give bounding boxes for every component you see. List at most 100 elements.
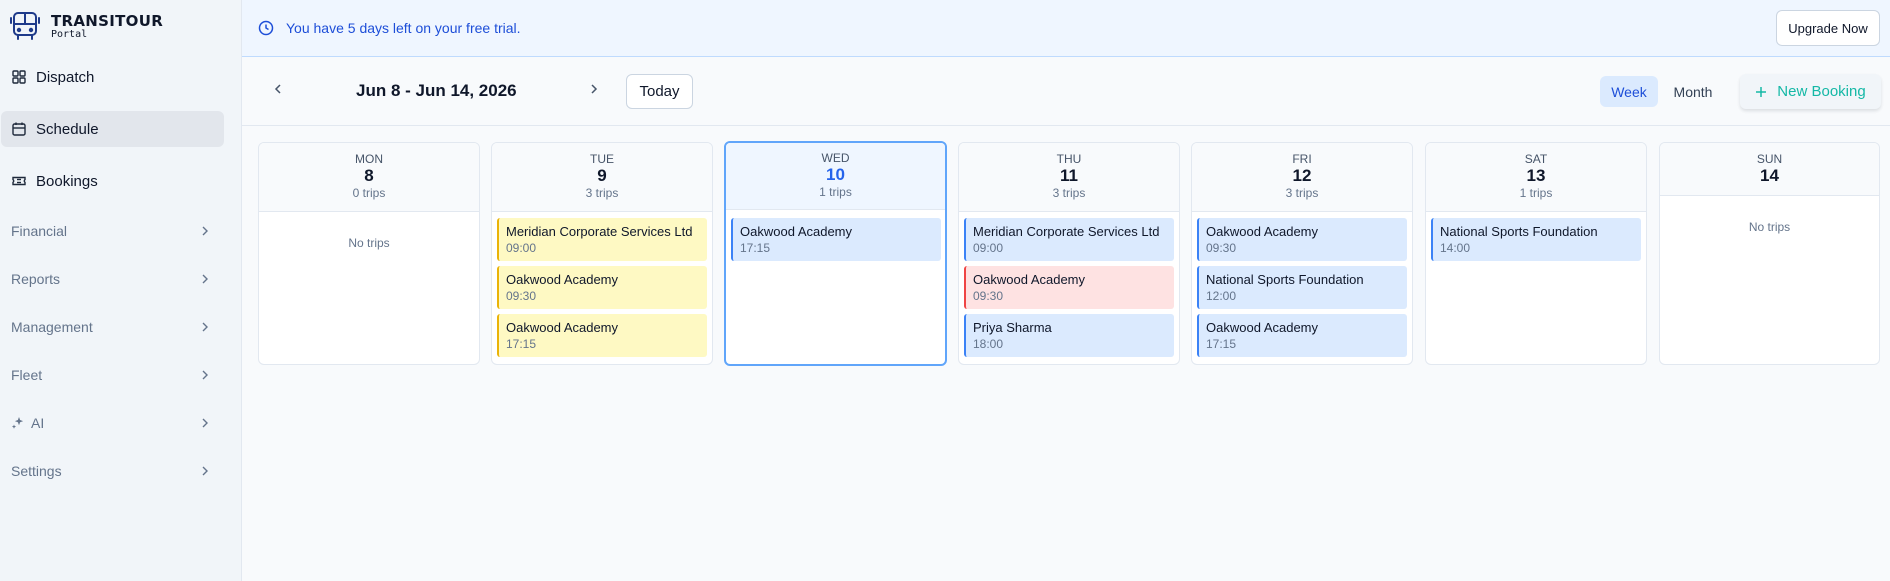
day-number: 10 bbox=[826, 165, 845, 184]
sidebar-group-label: Financial bbox=[11, 223, 68, 239]
trip-card[interactable]: Oakwood Academy 17:15 bbox=[1197, 314, 1407, 357]
trip-card[interactable]: Meridian Corporate Services Ltd 09:00 bbox=[497, 218, 707, 261]
day-header: WED 10 1 trips bbox=[726, 143, 945, 210]
day-trip-count: 0 trips bbox=[352, 186, 386, 200]
trip-client: Oakwood Academy bbox=[506, 272, 619, 287]
trip-time: 09:30 bbox=[1206, 241, 1237, 255]
brand-title: TRANSITOUR bbox=[51, 12, 164, 30]
day-column-fri: FRI 12 3 trips Oakwood Academy 09:30 Nat… bbox=[1191, 142, 1413, 365]
sidebar-group-reports[interactable]: Reports bbox=[1, 261, 224, 297]
sidebar-group-management[interactable]: Management bbox=[1, 309, 224, 345]
today-button[interactable]: Today bbox=[626, 74, 693, 109]
sidebar-group-ai[interactable]: AI bbox=[1, 405, 224, 441]
trip-card[interactable]: Oakwood Academy 09:30 bbox=[964, 266, 1174, 309]
day-column-sun: SUN 14 No trips bbox=[1659, 142, 1880, 365]
trip-client: Meridian Corporate Services Ltd bbox=[973, 224, 1160, 239]
trip-client: Oakwood Academy bbox=[506, 320, 619, 335]
trip-card[interactable]: Priya Sharma 18:00 bbox=[964, 314, 1174, 357]
day-column-thu: THU 11 3 trips Meridian Corporate Servic… bbox=[958, 142, 1180, 365]
trip-card[interactable]: Meridian Corporate Services Ltd 09:00 bbox=[964, 218, 1174, 261]
trip-time: 18:00 bbox=[973, 337, 1004, 351]
trip-client: Oakwood Academy bbox=[1206, 224, 1319, 239]
day-number: 14 bbox=[1760, 166, 1779, 185]
trip-time: 17:15 bbox=[1206, 337, 1237, 351]
trip-time: 09:00 bbox=[506, 241, 537, 255]
trial-banner: You have 5 days left on your free trial.… bbox=[242, 0, 1890, 57]
new-booking-button[interactable]: New Booking bbox=[1740, 74, 1881, 109]
bus-icon bbox=[10, 12, 40, 40]
day-trip-count: 1 trips bbox=[819, 185, 852, 199]
month-view-button[interactable]: Month bbox=[1666, 76, 1720, 107]
day-number: 9 bbox=[597, 166, 607, 185]
day-number: 11 bbox=[1060, 166, 1078, 185]
upgrade-now-button[interactable]: Upgrade Now bbox=[1776, 10, 1880, 46]
sidebar-group-settings[interactable]: Settings bbox=[1, 453, 224, 489]
day-header: THU 11 3 trips bbox=[959, 143, 1179, 212]
trip-client: Meridian Corporate Services Ltd bbox=[506, 224, 693, 239]
sidebar-group-label: Settings bbox=[11, 463, 62, 479]
trip-card[interactable]: National Sports Foundation 14:00 bbox=[1431, 218, 1641, 261]
sidebar-item-bookings[interactable]: Bookings bbox=[1, 163, 224, 199]
day-trip-count: 3 trips bbox=[1285, 186, 1319, 200]
sidebar-group-label: AI bbox=[31, 415, 45, 431]
chevron-right-icon bbox=[202, 466, 208, 476]
day-number: 12 bbox=[1292, 166, 1312, 185]
day-trip-count: 3 trips bbox=[1052, 186, 1086, 200]
new-booking-label: New Booking bbox=[1777, 83, 1866, 100]
sidebar-item-label: Dispatch bbox=[36, 68, 95, 86]
day-name: FRI bbox=[1292, 152, 1312, 166]
no-trips-text: No trips bbox=[348, 236, 390, 250]
sidebar: TRANSITOUR Portal Dispatch Schedule Book… bbox=[0, 0, 242, 581]
brand-subtitle: Portal bbox=[51, 29, 88, 40]
trip-card[interactable]: Oakwood Academy 17:15 bbox=[497, 314, 707, 357]
sidebar-group-label: Reports bbox=[11, 271, 61, 287]
week-view-button[interactable]: Week bbox=[1600, 76, 1658, 107]
date-range-label: Jun 8 - Jun 14, 2026 bbox=[356, 81, 517, 100]
day-header: FRI 12 3 trips bbox=[1192, 143, 1412, 212]
trip-time: 09:00 bbox=[973, 241, 1004, 255]
day-header: TUE 9 3 trips bbox=[492, 143, 712, 212]
trip-card[interactable]: Oakwood Academy 09:30 bbox=[1197, 218, 1407, 261]
plus-icon bbox=[1756, 86, 1767, 97]
schedule-toolbar: Jun 8 - Jun 14, 2026 Today Week Month Ne… bbox=[242, 57, 1890, 126]
clock-icon bbox=[258, 20, 274, 36]
day-header: SUN 14 bbox=[1660, 143, 1879, 196]
sidebar-group-financial[interactable]: Financial bbox=[1, 213, 224, 249]
trip-client: Priya Sharma bbox=[973, 320, 1052, 335]
sidebar-group-label: Fleet bbox=[11, 367, 43, 383]
day-column-sat: SAT 13 1 trips National Sports Foundatio… bbox=[1425, 142, 1647, 365]
day-name: TUE bbox=[590, 152, 614, 166]
sidebar-item-dispatch[interactable]: Dispatch bbox=[1, 59, 224, 95]
trip-client: Oakwood Academy bbox=[973, 272, 1086, 287]
trip-client: Oakwood Academy bbox=[740, 224, 853, 239]
trip-time: 09:30 bbox=[973, 289, 1004, 303]
grid-icon bbox=[12, 70, 26, 84]
ticket-icon bbox=[12, 176, 26, 186]
day-name: SAT bbox=[1524, 152, 1548, 166]
day-header: SAT 13 1 trips bbox=[1426, 143, 1646, 212]
brand[interactable]: TRANSITOUR Portal bbox=[10, 10, 163, 42]
sidebar-group-fleet[interactable]: Fleet bbox=[1, 357, 224, 393]
trip-time: 12:00 bbox=[1206, 289, 1237, 303]
day-name: MON bbox=[355, 152, 383, 166]
sidebar-item-schedule[interactable]: Schedule bbox=[1, 111, 224, 147]
day-number: 8 bbox=[364, 166, 374, 185]
day-column-tue: TUE 9 3 trips Meridian Corporate Service… bbox=[491, 142, 713, 365]
day-trip-count: 1 trips bbox=[1519, 186, 1553, 200]
chevron-right-icon bbox=[202, 274, 208, 284]
trip-time: 14:00 bbox=[1440, 241, 1471, 255]
day-column-mon: MON 8 0 trips No trips bbox=[258, 142, 480, 365]
trip-card[interactable]: National Sports Foundation 12:00 bbox=[1197, 266, 1407, 309]
chevron-left-icon[interactable] bbox=[272, 82, 284, 96]
sidebar-group-label: Management bbox=[11, 319, 93, 335]
chevron-right-icon bbox=[202, 418, 208, 428]
chevron-right-icon[interactable] bbox=[588, 82, 600, 96]
sidebar-item-label: Schedule bbox=[36, 120, 99, 138]
trip-time: 09:30 bbox=[506, 289, 537, 303]
day-name: WED bbox=[821, 151, 850, 165]
day-header: MON 8 0 trips bbox=[259, 143, 479, 212]
trip-card[interactable]: Oakwood Academy 09:30 bbox=[497, 266, 707, 309]
day-name: THU bbox=[1056, 152, 1082, 166]
trip-client: National Sports Foundation bbox=[1206, 272, 1364, 287]
trip-card[interactable]: Oakwood Academy 17:15 bbox=[731, 218, 941, 261]
